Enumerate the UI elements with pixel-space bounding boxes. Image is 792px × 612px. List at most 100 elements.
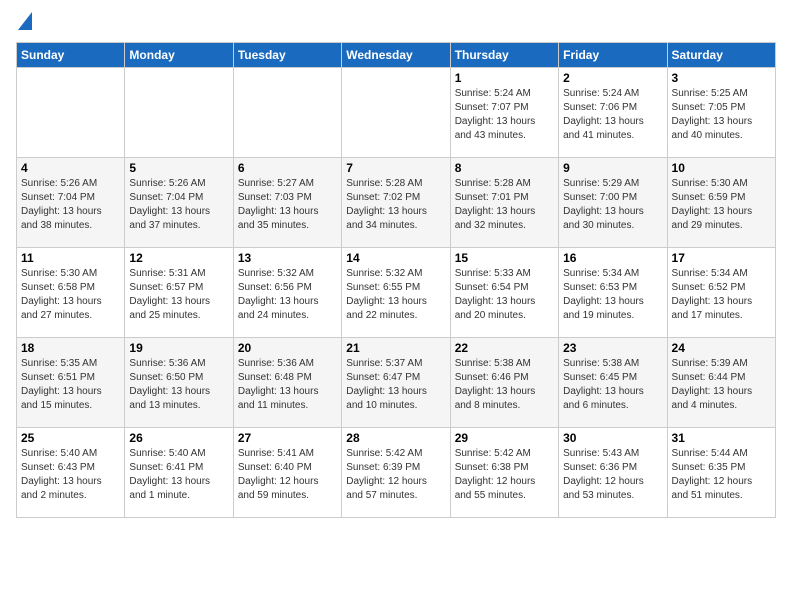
day-number: 21 [346,341,445,355]
day-number: 22 [455,341,554,355]
day-number: 15 [455,251,554,265]
day-info: Sunrise: 5:28 AM Sunset: 7:02 PM Dayligh… [346,177,445,233]
calendar-week-4: 18Sunrise: 5:35 AM Sunset: 6:51 PM Dayli… [17,338,776,428]
calendar-cell: 28 Sunrise: 5:42 AM Sunset: 6:39 PM Dayli… [342,428,450,518]
day-header-monday: Monday [125,43,233,68]
day-info: Sunrise: 5:43 AM Sunset: 6:36 PM Dayligh… [563,447,662,503]
day-info: Sunrise: 5:36 AM Sunset: 6:48 PM Dayligh… [238,357,337,413]
calendar-cell: 27Sunrise: 5:41 AM Sunset: 6:40 PM Dayli… [233,428,341,518]
day-number: 14 [346,251,445,265]
page-header [16,16,776,30]
day-number: 12 [129,251,228,265]
day-number: 1 [455,71,554,85]
calendar-cell: 3 Sunrise: 5:25 AM Sunset: 7:05 PM Daylig… [667,68,775,158]
calendar-cell: 14 Sunrise: 5:32 AM Sunset: 6:55 PM Dayli… [342,248,450,338]
day-info: Sunrise: 5:25 AM Sunset: 7:05 PM Dayligh… [672,87,771,143]
day-info: Sunrise: 5:28 AM Sunset: 7:01 PM Dayligh… [455,177,554,233]
calendar-cell: 29 Sunrise: 5:42 AM Sunset: 6:38 PM Dayli… [450,428,558,518]
day-info: Sunrise: 5:32 AM Sunset: 6:55 PM Dayligh… [346,267,445,323]
day-number: 6 [238,161,337,175]
day-number: 29 [455,431,554,445]
day-info: Sunrise: 5:44 AM Sunset: 6:35 PM Dayligh… [672,447,771,503]
day-number: 9 [563,161,662,175]
day-number: 3 [672,71,771,85]
day-number: 31 [672,431,771,445]
calendar-cell: 18Sunrise: 5:35 AM Sunset: 6:51 PM Dayli… [17,338,125,428]
calendar-cell: 16Sunrise: 5:34 AM Sunset: 6:53 PM Dayli… [559,248,667,338]
day-header-wednesday: Wednesday [342,43,450,68]
day-header-tuesday: Tuesday [233,43,341,68]
calendar-cell: 11Sunrise: 5:30 AM Sunset: 6:58 PM Dayli… [17,248,125,338]
calendar-cell [342,68,450,158]
day-number: 30 [563,431,662,445]
day-header-friday: Friday [559,43,667,68]
day-info: Sunrise: 5:42 AM Sunset: 6:39 PM Dayligh… [346,447,445,503]
calendar-cell: 4Sunrise: 5:26 AM Sunset: 7:04 PM Daylig… [17,158,125,248]
calendar-week-3: 11Sunrise: 5:30 AM Sunset: 6:58 PM Dayli… [17,248,776,338]
day-info: Sunrise: 5:41 AM Sunset: 6:40 PM Dayligh… [238,447,337,503]
day-info: Sunrise: 5:37 AM Sunset: 6:47 PM Dayligh… [346,357,445,413]
day-info: Sunrise: 5:24 AM Sunset: 7:07 PM Dayligh… [455,87,554,143]
day-number: 23 [563,341,662,355]
day-info: Sunrise: 5:32 AM Sunset: 6:56 PM Dayligh… [238,267,337,323]
day-header-saturday: Saturday [667,43,775,68]
day-info: Sunrise: 5:38 AM Sunset: 6:46 PM Dayligh… [455,357,554,413]
calendar-cell: 15 Sunrise: 5:33 AM Sunset: 6:54 PM Dayli… [450,248,558,338]
calendar-week-5: 25 Sunrise: 5:40 AM Sunset: 6:43 PM Dayli… [17,428,776,518]
calendar-header-row: SundayMondayTuesdayWednesdayThursdayFrid… [17,43,776,68]
day-info: Sunrise: 5:42 AM Sunset: 6:38 PM Dayligh… [455,447,554,503]
day-number: 13 [238,251,337,265]
calendar-cell: 19Sunrise: 5:36 AM Sunset: 6:50 PM Dayli… [125,338,233,428]
day-info: Sunrise: 5:33 AM Sunset: 6:54 PM Dayligh… [455,267,554,323]
day-info: Sunrise: 5:29 AM Sunset: 7:00 PM Dayligh… [563,177,662,233]
calendar-cell: 25 Sunrise: 5:40 AM Sunset: 6:43 PM Dayli… [17,428,125,518]
calendar-cell: 9 Sunrise: 5:29 AM Sunset: 7:00 PM Daylig… [559,158,667,248]
day-info: Sunrise: 5:26 AM Sunset: 7:04 PM Dayligh… [21,177,120,233]
day-number: 25 [21,431,120,445]
calendar-cell [125,68,233,158]
calendar-cell: 23 Sunrise: 5:38 AM Sunset: 6:45 PM Dayli… [559,338,667,428]
calendar-cell: 20 Sunrise: 5:36 AM Sunset: 6:48 PM Dayli… [233,338,341,428]
day-number: 2 [563,71,662,85]
day-info: Sunrise: 5:40 AM Sunset: 6:43 PM Dayligh… [21,447,120,503]
calendar-cell: 8 Sunrise: 5:28 AM Sunset: 7:01 PM Daylig… [450,158,558,248]
calendar-cell: 30 Sunrise: 5:43 AM Sunset: 6:36 PM Dayli… [559,428,667,518]
day-info: Sunrise: 5:27 AM Sunset: 7:03 PM Dayligh… [238,177,337,233]
day-info: Sunrise: 5:38 AM Sunset: 6:45 PM Dayligh… [563,357,662,413]
day-number: 24 [672,341,771,355]
logo [16,16,32,30]
day-number: 28 [346,431,445,445]
day-info: Sunrise: 5:36 AM Sunset: 6:50 PM Dayligh… [129,357,228,413]
calendar-cell: 5 Sunrise: 5:26 AM Sunset: 7:04 PM Daylig… [125,158,233,248]
day-number: 5 [129,161,228,175]
calendar-cell: 12 Sunrise: 5:31 AM Sunset: 6:57 PM Dayli… [125,248,233,338]
calendar-cell [233,68,341,158]
calendar-cell: 2 Sunrise: 5:24 AM Sunset: 7:06 PM Daylig… [559,68,667,158]
day-header-sunday: Sunday [17,43,125,68]
calendar-week-2: 4Sunrise: 5:26 AM Sunset: 7:04 PM Daylig… [17,158,776,248]
day-info: Sunrise: 5:26 AM Sunset: 7:04 PM Dayligh… [129,177,228,233]
calendar-cell: 10 Sunrise: 5:30 AM Sunset: 6:59 PM Dayli… [667,158,775,248]
calendar-cell: 26Sunrise: 5:40 AM Sunset: 6:41 PM Dayli… [125,428,233,518]
day-info: Sunrise: 5:40 AM Sunset: 6:41 PM Dayligh… [129,447,228,503]
logo-triangle-icon [18,12,32,30]
day-number: 18 [21,341,120,355]
calendar-cell: 21 Sunrise: 5:37 AM Sunset: 6:47 PM Dayli… [342,338,450,428]
day-number: 20 [238,341,337,355]
calendar-cell: 7 Sunrise: 5:28 AM Sunset: 7:02 PM Daylig… [342,158,450,248]
calendar-week-1: 1 Sunrise: 5:24 AM Sunset: 7:07 PM Daylig… [17,68,776,158]
calendar-cell: 6 Sunrise: 5:27 AM Sunset: 7:03 PM Daylig… [233,158,341,248]
day-number: 7 [346,161,445,175]
day-number: 8 [455,161,554,175]
day-info: Sunrise: 5:30 AM Sunset: 6:59 PM Dayligh… [672,177,771,233]
calendar-cell: 17Sunrise: 5:34 AM Sunset: 6:52 PM Dayli… [667,248,775,338]
calendar-cell: 13 Sunrise: 5:32 AM Sunset: 6:56 PM Dayli… [233,248,341,338]
day-info: Sunrise: 5:24 AM Sunset: 7:06 PM Dayligh… [563,87,662,143]
calendar-table: SundayMondayTuesdayWednesdayThursdayFrid… [16,42,776,518]
day-info: Sunrise: 5:31 AM Sunset: 6:57 PM Dayligh… [129,267,228,323]
calendar-cell: 22 Sunrise: 5:38 AM Sunset: 6:46 PM Dayli… [450,338,558,428]
day-info: Sunrise: 5:30 AM Sunset: 6:58 PM Dayligh… [21,267,120,323]
day-number: 10 [672,161,771,175]
day-number: 17 [672,251,771,265]
day-number: 16 [563,251,662,265]
